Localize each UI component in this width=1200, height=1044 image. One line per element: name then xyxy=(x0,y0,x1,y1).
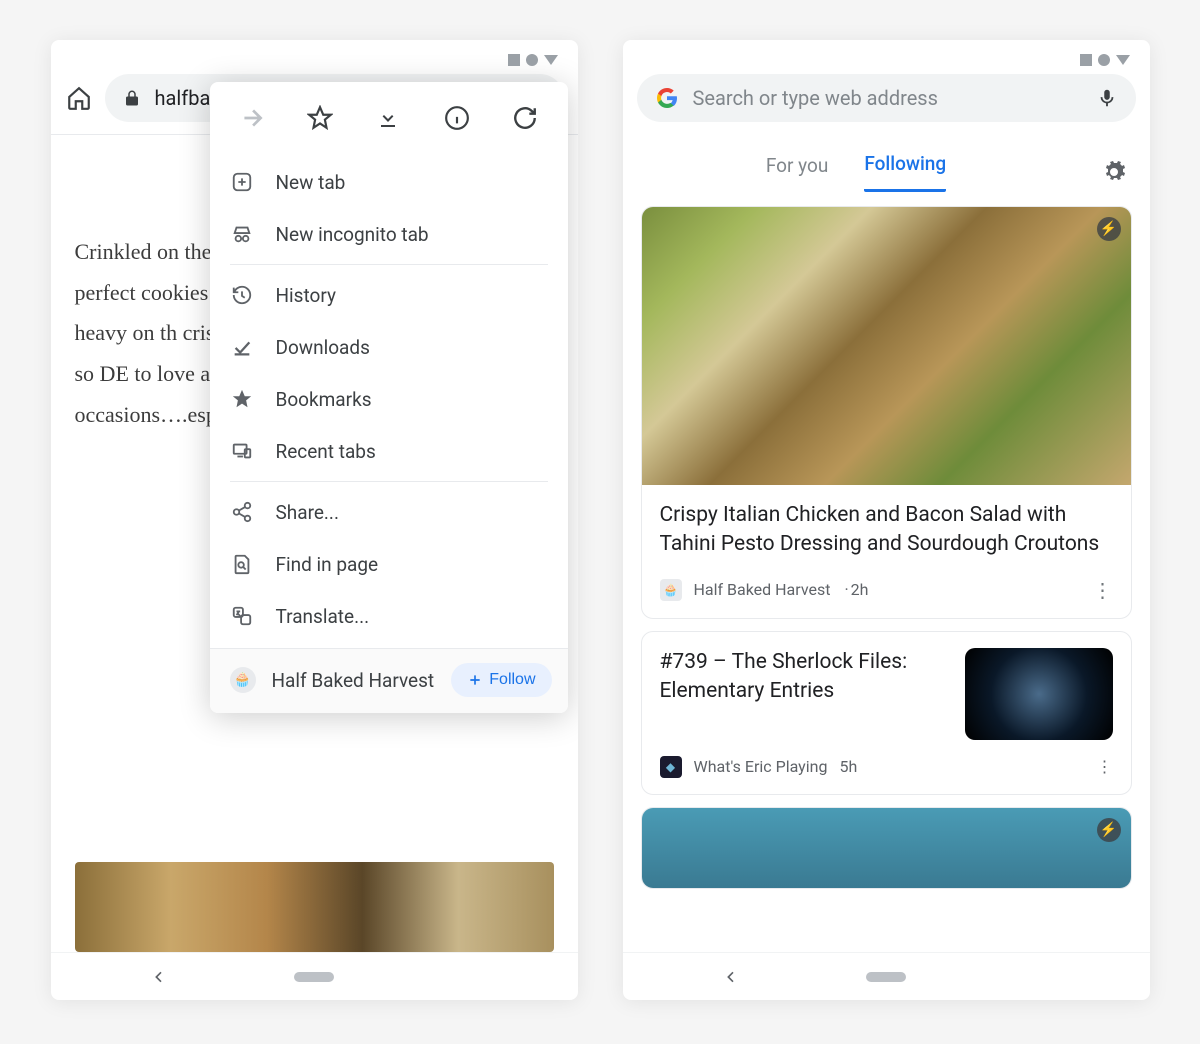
card-age: 5h xyxy=(839,757,857,776)
menu-icon-row xyxy=(210,82,568,150)
card-image: ⚡ xyxy=(642,808,1131,888)
incognito-icon xyxy=(230,222,254,246)
tab-for-you[interactable]: For you xyxy=(766,154,828,191)
overflow-menu: New tab New incognito tab History Downlo… xyxy=(210,82,568,713)
feed-card[interactable]: ⚡ xyxy=(641,807,1132,889)
site-favicon-icon: 🧁 xyxy=(230,667,256,693)
feed-list: ⚡ Crispy Italian Chicken and Bacon Salad… xyxy=(623,192,1150,952)
gear-icon[interactable] xyxy=(1102,160,1126,184)
menu-item-label: Downloads xyxy=(276,336,370,359)
menu-item-label: Find in page xyxy=(276,553,379,576)
system-nav-bar xyxy=(623,952,1150,1000)
article-image xyxy=(75,862,554,952)
amp-badge-icon: ⚡ xyxy=(1097,818,1121,842)
lock-icon xyxy=(123,89,141,107)
menu-item-label: Recent tabs xyxy=(276,440,376,463)
mic-icon[interactable] xyxy=(1096,87,1118,109)
translate-icon xyxy=(230,604,254,628)
source-favicon-icon: ◆ xyxy=(660,756,682,778)
menu-items: New tab New incognito tab History Downlo… xyxy=(210,150,568,648)
forward-icon[interactable] xyxy=(234,100,270,136)
search-placeholder: Search or type web address xyxy=(693,86,1082,110)
follow-label: Follow xyxy=(489,671,535,689)
card-source: Half Baked Harvest xyxy=(694,580,831,599)
card-thumbnail xyxy=(965,648,1113,740)
info-icon[interactable] xyxy=(439,100,475,136)
status-icons xyxy=(508,54,558,66)
plus-icon xyxy=(467,672,483,688)
phone-right: Search or type web address For you Follo… xyxy=(623,40,1150,1000)
feed-card[interactable]: ⚡ Crispy Italian Chicken and Bacon Salad… xyxy=(641,206,1132,619)
home-icon[interactable] xyxy=(65,84,93,112)
download-icon[interactable] xyxy=(370,100,406,136)
download-check-icon xyxy=(230,335,254,359)
card-image: ⚡ xyxy=(642,207,1131,485)
menu-item-label: New tab xyxy=(276,171,346,194)
card-title: #739 – The Sherlock Files: Elementary En… xyxy=(660,648,947,707)
system-nav-bar xyxy=(51,952,578,1000)
amp-badge-icon: ⚡ xyxy=(1097,217,1121,241)
menu-item-recent-tabs[interactable]: Recent tabs xyxy=(210,425,568,477)
search-bar-row: Search or type web address xyxy=(623,40,1150,134)
status-icons xyxy=(1080,54,1130,66)
feed-tabs: For you Following xyxy=(623,134,1150,192)
card-title: Crispy Italian Chicken and Bacon Salad w… xyxy=(660,501,1113,560)
menu-item-incognito[interactable]: New incognito tab xyxy=(210,208,568,260)
menu-item-new-tab[interactable]: New tab xyxy=(210,156,568,208)
menu-item-bookmarks[interactable]: Bookmarks xyxy=(210,373,568,425)
menu-item-downloads[interactable]: Downloads xyxy=(210,321,568,373)
plus-square-icon xyxy=(230,170,254,194)
menu-item-translate[interactable]: Translate... xyxy=(210,590,568,642)
menu-item-label: Bookmarks xyxy=(276,388,372,411)
menu-item-find[interactable]: Find in page xyxy=(210,538,568,590)
share-icon xyxy=(230,500,254,524)
follow-button[interactable]: Follow xyxy=(451,663,551,697)
menu-item-history[interactable]: History xyxy=(210,269,568,321)
home-pill[interactable] xyxy=(866,972,906,982)
card-overflow-icon[interactable]: ⋮ xyxy=(1097,757,1113,776)
feed-card[interactable]: #739 – The Sherlock Files: Elementary En… xyxy=(641,631,1132,795)
tab-following[interactable]: Following xyxy=(864,152,946,192)
home-pill[interactable] xyxy=(294,972,334,982)
menu-item-label: Share... xyxy=(276,501,339,524)
history-icon xyxy=(230,283,254,307)
search-bar[interactable]: Search or type web address xyxy=(637,74,1136,122)
card-age: 2h xyxy=(842,580,868,599)
source-favicon-icon: 🧁 xyxy=(660,579,682,601)
menu-item-share[interactable]: Share... xyxy=(210,486,568,538)
star-filled-icon xyxy=(230,387,254,411)
google-logo-icon xyxy=(655,86,679,110)
star-icon[interactable] xyxy=(302,100,338,136)
find-in-page-icon xyxy=(230,552,254,576)
menu-follow-row: 🧁 Half Baked Harvest Follow xyxy=(210,648,568,713)
back-icon[interactable] xyxy=(151,969,167,985)
site-name-label: Half Baked Harvest xyxy=(272,669,435,692)
card-overflow-icon[interactable]: ⋮ xyxy=(1093,578,1113,602)
card-source: What's Eric Playing xyxy=(694,757,828,776)
refresh-icon[interactable] xyxy=(507,100,543,136)
menu-item-label: New incognito tab xyxy=(276,223,429,246)
devices-icon xyxy=(230,439,254,463)
phone-left: halfba H A L F H A R Crinkled on the mid… xyxy=(51,40,578,1000)
card-meta: 🧁 Half Baked Harvest 2h ⋮ xyxy=(660,578,1113,602)
back-icon[interactable] xyxy=(723,969,739,985)
menu-item-label: Translate... xyxy=(276,605,370,628)
card-meta: ◆ What's Eric Playing 5h ⋮ xyxy=(642,756,1131,794)
menu-item-label: History xyxy=(276,284,336,307)
